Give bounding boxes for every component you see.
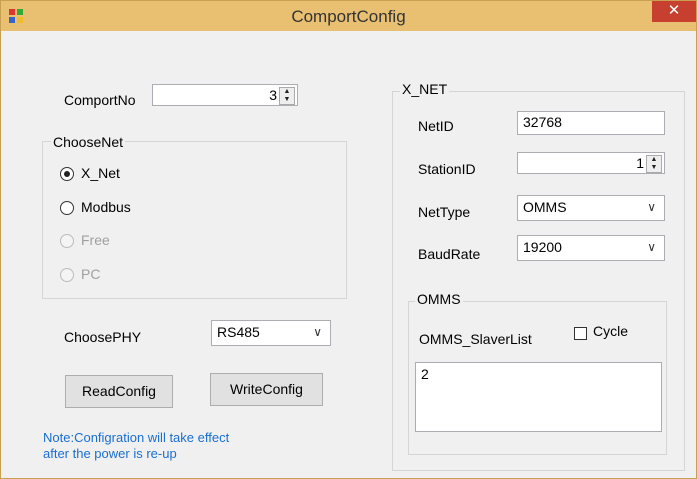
radio-unselected-icon[interactable] bbox=[60, 201, 74, 215]
netid-field[interactable]: 32768 bbox=[517, 111, 665, 135]
choose-phy-label: ChoosePHY bbox=[64, 329, 142, 345]
chevron-down-icon[interactable]: ∨ bbox=[647, 200, 656, 214]
stepper-arrows-icon[interactable]: ▲ ▼ bbox=[279, 87, 295, 105]
radio-selected-icon[interactable] bbox=[60, 167, 74, 181]
stepper-arrows-icon[interactable]: ▲ ▼ bbox=[646, 155, 662, 173]
title-bar[interactable]: ComportConfig ✕ bbox=[1, 1, 696, 31]
radio-disabled-icon bbox=[60, 268, 74, 282]
radio-disabled-icon bbox=[60, 234, 74, 248]
comport-label: ComportNo bbox=[64, 92, 136, 108]
close-icon[interactable]: ✕ bbox=[652, 1, 696, 22]
nettype-value: OMMS bbox=[523, 199, 567, 215]
radio-x-net-label: X_Net bbox=[81, 165, 120, 181]
power-note: Note:Configration will take effect after… bbox=[43, 430, 229, 462]
choose-net-title: ChooseNet bbox=[51, 134, 126, 150]
baudrate-label: BaudRate bbox=[418, 246, 481, 262]
omms-title: OMMS bbox=[415, 291, 463, 307]
netid-label: NetID bbox=[418, 118, 454, 134]
radio-modbus-label: Modbus bbox=[81, 199, 131, 215]
chevron-down-icon[interactable]: ∨ bbox=[313, 325, 322, 339]
cycle-checkbox[interactable] bbox=[574, 327, 587, 340]
xnet-title: X_NET bbox=[400, 81, 450, 97]
radio-free-label: Free bbox=[81, 232, 110, 248]
omms-slaver-listbox[interactable]: 2 bbox=[415, 362, 662, 432]
choose-phy-value: RS485 bbox=[217, 324, 260, 340]
read-config-button[interactable]: ReadConfig bbox=[65, 375, 173, 408]
comport-config-window: ComportConfig ✕ ComportNo 3 ▲ ▼ ChooseNet… bbox=[0, 0, 697, 479]
stationid-value: 1 bbox=[636, 155, 644, 171]
baudrate-value: 19200 bbox=[523, 239, 562, 255]
nettype-label: NetType bbox=[418, 204, 471, 220]
window-title: ComportConfig bbox=[291, 7, 406, 26]
nettype-select[interactable]: OMMS ∨ bbox=[517, 195, 665, 221]
omms-slaverlist-label: OMMS_SlaverList bbox=[419, 331, 532, 347]
comport-stepper[interactable]: 3 ▲ ▼ bbox=[152, 84, 298, 106]
cycle-label: Cycle bbox=[593, 323, 629, 339]
baudrate-select[interactable]: 19200 ∨ bbox=[517, 235, 665, 261]
list-item[interactable]: 2 bbox=[421, 366, 656, 382]
choose-phy-select[interactable]: RS485 ∨ bbox=[211, 320, 331, 346]
comport-value: 3 bbox=[269, 87, 277, 103]
stationid-stepper[interactable]: 1 ▲ ▼ bbox=[517, 152, 665, 174]
chevron-down-icon[interactable]: ∨ bbox=[647, 240, 656, 254]
write-config-button[interactable]: WriteConfig bbox=[210, 373, 323, 406]
radio-pc-label: PC bbox=[81, 266, 101, 282]
stationid-label: StationID bbox=[418, 161, 476, 177]
power-note-line1: Note:Configration will take effect bbox=[43, 430, 230, 445]
power-note-line2: after the power is re-up bbox=[43, 446, 177, 461]
